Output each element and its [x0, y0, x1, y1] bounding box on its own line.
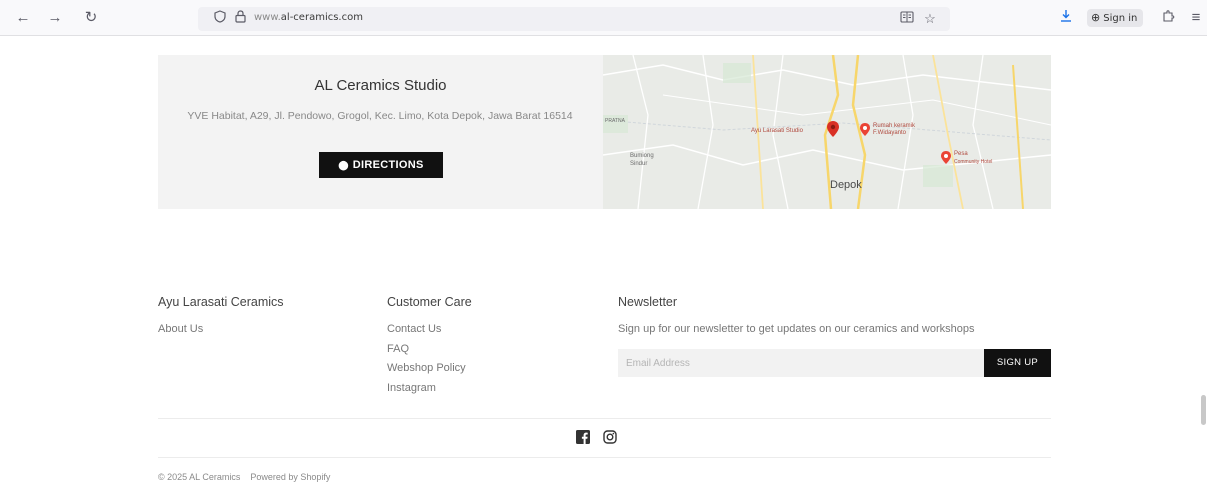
directions-label: DIRECTIONS: [352, 159, 424, 171]
reader-view-icon[interactable]: [899, 10, 915, 28]
copyright: © 2025 AL Ceramics Powered by Shopify: [158, 472, 340, 482]
footer-link-webshop-policy[interactable]: Webshop Policy: [387, 362, 466, 374]
instagram-icon[interactable]: [603, 430, 617, 444]
address-bar[interactable]: www.al-ceramics.com ☆: [198, 7, 950, 31]
map-marker-2-icon[interactable]: [860, 123, 870, 141]
extensions-icon[interactable]: [1159, 9, 1177, 27]
newsletter-signup-button[interactable]: SIGN UP: [984, 349, 1051, 377]
footer-link-about[interactable]: About Us: [158, 323, 203, 335]
map-marker-3-label: Pesa: [954, 151, 968, 157]
url-text[interactable]: www.al-ceramics.com: [254, 12, 363, 23]
lock-icon[interactable]: [232, 10, 248, 28]
scrollbar-thumb[interactable]: [1201, 395, 1206, 425]
url-prefix: www.: [254, 12, 281, 23]
footer-newsletter-title: Newsletter: [618, 295, 678, 309]
newsletter-email-input[interactable]: [618, 349, 984, 377]
map-label-area-sub: Sindur: [630, 161, 648, 167]
store-address: YVE Habitat, A29, Jl. Pendowo, Grogol, K…: [187, 110, 573, 122]
map-marker-main-label: Ayu Larasati Studio: [751, 128, 803, 134]
footer-col-brand-title: Ayu Larasati Ceramics: [158, 295, 284, 309]
facebook-icon[interactable]: [576, 430, 590, 444]
footer-divider-top: [158, 418, 1051, 419]
map-city-label: Depok: [830, 179, 862, 191]
menu-icon[interactable]: ≡: [1187, 9, 1205, 27]
download-icon[interactable]: [1057, 9, 1075, 27]
url-host: al-ceramics.com: [280, 12, 363, 23]
account-icon: ⊕: [1091, 11, 1101, 24]
bookmark-star-icon[interactable]: ☆: [922, 10, 938, 28]
map-label-west: PRATNA: [605, 118, 625, 124]
footer-link-contact[interactable]: Contact Us: [387, 323, 441, 335]
footer-divider-bottom: [158, 457, 1051, 458]
directions-button[interactable]: ⬤ DIRECTIONS: [319, 152, 443, 178]
sign-in-label: Sign in: [1103, 13, 1138, 24]
store-location-card: AL Ceramics Studio YVE Habitat, A29, Jl.…: [158, 55, 603, 209]
powered-by-link[interactable]: Powered by Shopify: [250, 472, 330, 482]
footer-link-faq[interactable]: FAQ: [387, 343, 409, 355]
shield-icon[interactable]: [212, 10, 228, 28]
forward-arrow-icon[interactable]: →: [46, 9, 64, 27]
copyright-text: © 2025 AL Ceramics: [158, 472, 241, 482]
reload-icon[interactable]: ↻: [82, 9, 100, 27]
map-marker-3-sub: Community Hotel: [954, 159, 993, 165]
footer-col-care-title: Customer Care: [387, 295, 472, 309]
footer-link-instagram[interactable]: Instagram: [387, 382, 436, 394]
store-name: AL Ceramics Studio: [314, 77, 447, 94]
map-pin-icon: ⬤: [338, 160, 349, 170]
newsletter-description: Sign up for our newsletter to get update…: [618, 323, 975, 335]
map-marker-3-icon[interactable]: [941, 151, 951, 169]
sign-in-button[interactable]: ⊕ Sign in: [1087, 9, 1144, 27]
back-arrow-icon[interactable]: ←: [14, 9, 32, 27]
location-map[interactable]: PRATNA Bumiong Sindur Ayu Larasati Studi…: [603, 55, 1051, 209]
browser-toolbar: ← → ↻ www.al-ceramics.com ☆ ⊕ Sign in ≡: [0, 0, 1207, 36]
map-label-area: Bumiong: [630, 153, 654, 159]
map-marker-main-icon[interactable]: [827, 121, 839, 142]
map-marker-2-label: Rumah keramik F.Widayanto: [873, 123, 916, 136]
